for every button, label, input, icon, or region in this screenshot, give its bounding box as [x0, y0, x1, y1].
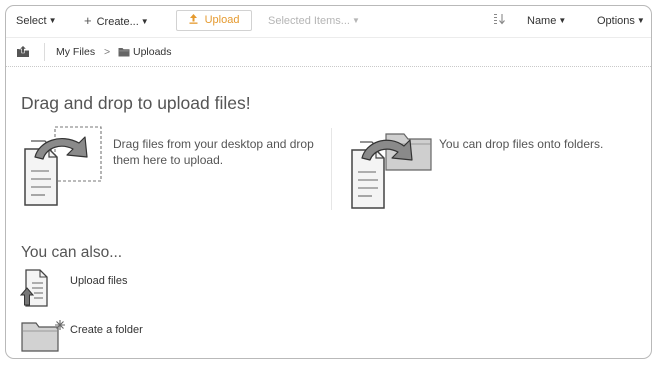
- breadcrumb-current: Uploads: [133, 46, 172, 58]
- caret-down-icon: ▼: [558, 16, 567, 25]
- folder-drop-instructions: You can drop files onto folders.: [439, 137, 604, 151]
- breadcrumb: My Files > Uploads: [6, 37, 651, 67]
- sort-by-name-button[interactable]: Name ▼: [527, 11, 566, 31]
- sort-icon[interactable]: [494, 11, 507, 31]
- folder-up-icon[interactable]: [16, 45, 30, 58]
- also-heading: You can also...: [21, 244, 123, 261]
- caret-down-icon: ▼: [351, 16, 360, 25]
- caret-down-icon: ▼: [140, 17, 149, 26]
- upload-arrow-icon: [189, 14, 201, 26]
- breadcrumb-separator: >: [104, 46, 111, 58]
- breadcrumb-divider: [44, 43, 45, 61]
- create-menu-button[interactable]: + Create... ▼: [84, 11, 149, 31]
- column-divider: [331, 128, 332, 210]
- create-folder-link[interactable]: Create a folder: [70, 324, 143, 336]
- upload-label: Upload: [204, 14, 240, 26]
- new-folder-icon[interactable]: [20, 317, 66, 353]
- folder-icon: [118, 48, 130, 57]
- caret-down-icon: ▼: [636, 16, 645, 25]
- drag-files-icon: [24, 126, 102, 206]
- create-label: Create...: [96, 16, 139, 28]
- caret-down-icon: ▼: [48, 16, 57, 25]
- upload-files-link[interactable]: Upload files: [70, 275, 127, 287]
- plus-icon: +: [84, 13, 92, 28]
- options-label: Options: [597, 15, 635, 27]
- drop-zone-heading: Drag and drop to upload files!: [21, 93, 251, 113]
- name-label: Name: [527, 15, 557, 27]
- select-label: Select: [16, 15, 47, 27]
- drag-instructions: Drag files from your desktop and drop th…: [113, 137, 314, 167]
- upload-button[interactable]: Upload: [176, 10, 252, 31]
- file-manager-window: Select ▼ + Create... ▼ Upload Selected Item…: [5, 5, 652, 359]
- options-menu-button[interactable]: Options ▼: [597, 11, 645, 31]
- selected-items-menu[interactable]: Selected Items... ▼: [268, 11, 360, 31]
- breadcrumb-root-link[interactable]: My Files: [56, 46, 95, 58]
- drop-on-folder-icon: [351, 133, 432, 209]
- upload-file-icon[interactable]: [20, 268, 50, 308]
- select-menu-button[interactable]: Select ▼: [16, 11, 57, 31]
- selected-items-label: Selected Items...: [268, 15, 350, 27]
- toolbar: Select ▼ + Create... ▼ Upload Selected Item…: [6, 6, 651, 36]
